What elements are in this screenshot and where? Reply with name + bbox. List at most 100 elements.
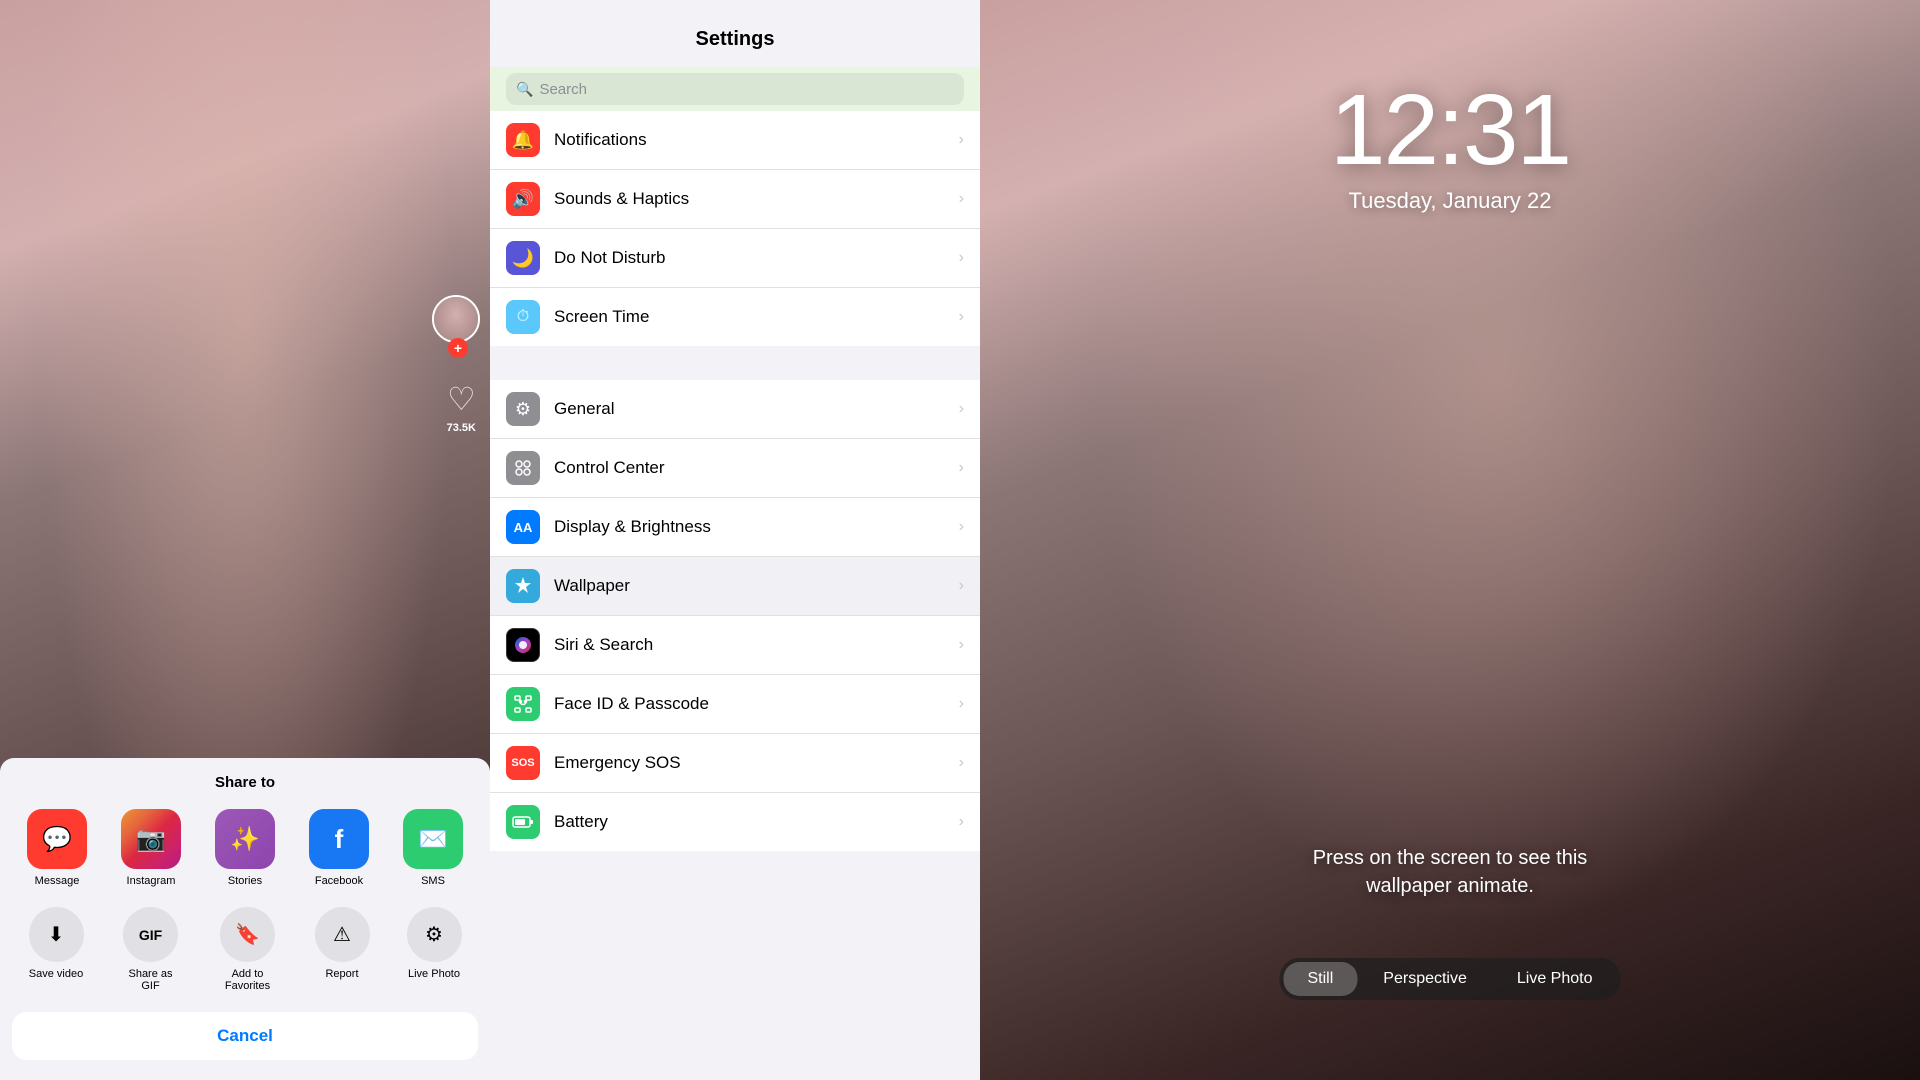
- search-input-placeholder: Search: [539, 81, 587, 98]
- share-actions-row: ⬇ Save video GIF Share as GIF 🔖 Add to F…: [0, 907, 490, 992]
- siri-icon: [506, 628, 540, 662]
- search-icon: 🔍: [516, 81, 533, 98]
- report-icon: ⚠: [315, 907, 370, 962]
- settings-title: Settings: [510, 16, 960, 59]
- share-overlay: Share to 💬 Message 📷 Instagram ✨ Stories…: [0, 758, 490, 1080]
- lock-date: Tuesday, January 22: [1348, 188, 1551, 214]
- chevron-icon: ›: [959, 400, 964, 418]
- lock-screen-overlay: 12:31 Tuesday, January 22: [980, 0, 1920, 1080]
- instagram-icon: 📷: [121, 809, 181, 869]
- faceid-label: Face ID & Passcode: [554, 694, 959, 714]
- avatar: [432, 295, 480, 343]
- faceid-icon: [506, 687, 540, 721]
- settings-row-siri[interactable]: Siri & Search ›: [490, 616, 980, 675]
- general-icon: ⚙: [506, 392, 540, 426]
- settings-row-battery[interactable]: Battery ›: [490, 793, 980, 851]
- display-icon: AA: [506, 510, 540, 544]
- settings-row-faceid[interactable]: Face ID & Passcode ›: [490, 675, 980, 734]
- settings-header: Settings: [490, 0, 980, 67]
- notifications-icon: 🔔: [506, 123, 540, 157]
- animate-hint: Press on the screen to see this wallpape…: [1310, 844, 1590, 900]
- share-app-stories-label: Stories: [228, 875, 262, 887]
- share-app-instagram[interactable]: 📷 Instagram: [121, 809, 181, 887]
- notifications-label: Notifications: [554, 130, 959, 150]
- screentime-label: Screen Time: [554, 307, 959, 327]
- follow-badge[interactable]: +: [448, 338, 468, 358]
- emergency-icon: SOS: [506, 746, 540, 780]
- share-action-favorites-label: Add to Favorites: [218, 968, 278, 992]
- battery-icon: [506, 805, 540, 839]
- general-label: General: [554, 399, 959, 419]
- tab-live-photo[interactable]: Live Photo: [1493, 962, 1617, 996]
- chevron-icon: ›: [959, 577, 964, 595]
- share-action-report-label: Report: [325, 968, 358, 980]
- chevron-icon: ›: [959, 308, 964, 326]
- save-icon: ⬇: [29, 907, 84, 962]
- share-action-gif[interactable]: GIF Share as GIF: [121, 907, 181, 992]
- share-app-instagram-label: Instagram: [127, 875, 176, 887]
- sounds-icon: 🔊: [506, 182, 540, 216]
- like-count: 73.5K: [447, 422, 476, 434]
- settings-row-controlcenter[interactable]: Control Center ›: [490, 439, 980, 498]
- donotdisturb-label: Do Not Disturb: [554, 248, 959, 268]
- donotdisturb-icon: 🌙: [506, 241, 540, 275]
- settings-row-wallpaper[interactable]: Wallpaper ›: [490, 557, 980, 616]
- facebook-icon: f: [309, 809, 369, 869]
- controlcenter-icon: [506, 451, 540, 485]
- controlcenter-label: Control Center: [554, 458, 959, 478]
- share-app-facebook-label: Facebook: [315, 875, 363, 887]
- share-action-livephoto-label: Live Photo: [408, 968, 460, 980]
- share-app-message-label: Message: [35, 875, 80, 887]
- share-action-report[interactable]: ⚠ Report: [315, 907, 370, 992]
- share-action-save[interactable]: ⬇ Save video: [29, 907, 84, 992]
- chevron-icon: ›: [959, 249, 964, 267]
- search-bar-area: 🔍 Search: [490, 67, 980, 111]
- settings-row-general[interactable]: ⚙ General ›: [490, 380, 980, 439]
- share-app-message[interactable]: 💬 Message: [27, 809, 87, 887]
- tab-perspective[interactable]: Perspective: [1359, 962, 1491, 996]
- chevron-icon: ›: [959, 190, 964, 208]
- search-bar[interactable]: 🔍 Search: [506, 73, 964, 105]
- wallpaper-preview-panel: 12:31 Tuesday, January 22 Press on the s…: [980, 0, 1920, 1080]
- tab-still[interactable]: Still: [1284, 962, 1358, 996]
- chevron-icon: ›: [959, 459, 964, 477]
- settings-row-emergency[interactable]: SOS Emergency SOS ›: [490, 734, 980, 793]
- settings-row-screentime[interactable]: ⏱ Screen Time ›: [490, 288, 980, 346]
- emergency-label: Emergency SOS: [554, 753, 959, 773]
- settings-row-display[interactable]: AA Display & Brightness ›: [490, 498, 980, 557]
- siri-label: Siri & Search: [554, 635, 959, 655]
- share-action-livephoto[interactable]: ⚙ Live Photo: [407, 907, 462, 992]
- display-label: Display & Brightness: [554, 517, 959, 537]
- settings-row-sounds[interactable]: 🔊 Sounds & Haptics ›: [490, 170, 980, 229]
- chevron-icon: ›: [959, 754, 964, 772]
- gif-icon: GIF: [123, 907, 178, 962]
- chevron-icon: ›: [959, 695, 964, 713]
- cancel-button[interactable]: Cancel: [12, 1012, 478, 1060]
- avatar-image: [434, 297, 478, 341]
- message-icon: 💬: [27, 809, 87, 869]
- screentime-icon: ⏱: [506, 300, 540, 334]
- share-app-stories[interactable]: ✨ Stories: [215, 809, 275, 887]
- wallpaper-icon: [506, 569, 540, 603]
- share-app-sms[interactable]: ✉️ SMS: [403, 809, 463, 887]
- share-action-save-label: Save video: [29, 968, 83, 980]
- left-panel: + ♡ 73.5K Share to 💬 Message 📷 Instagram…: [0, 0, 490, 1080]
- share-app-facebook[interactable]: f Facebook: [309, 809, 369, 887]
- share-app-sms-label: SMS: [421, 875, 445, 887]
- settings-row-notifications[interactable]: 🔔 Notifications ›: [490, 111, 980, 170]
- chevron-icon: ›: [959, 518, 964, 536]
- lock-time: 12:31: [1330, 80, 1570, 180]
- share-action-favorites[interactable]: 🔖 Add to Favorites: [218, 907, 278, 992]
- share-apps-row: 💬 Message 📷 Instagram ✨ Stories f Facebo…: [0, 809, 490, 887]
- wallpaper-tabs: Still Perspective Live Photo: [1280, 958, 1621, 1000]
- share-title: Share to: [0, 774, 490, 791]
- settings-row-donotdisturb[interactable]: 🌙 Do Not Disturb ›: [490, 229, 980, 288]
- wallpaper-label: Wallpaper: [554, 576, 959, 596]
- settings-section-notifications: 🔔 Notifications › 🔊 Sounds & Haptics › 🌙…: [490, 111, 980, 346]
- section-gap-1: [490, 346, 980, 380]
- sounds-label: Sounds & Haptics: [554, 189, 959, 209]
- sms-icon: ✉️: [403, 809, 463, 869]
- settings-panel: Settings 🔍 Search 🔔 Notifications › 🔊 So…: [490, 0, 980, 1080]
- like-button[interactable]: ♡ 73.5K: [447, 380, 476, 434]
- bookmark-icon: 🔖: [220, 907, 275, 962]
